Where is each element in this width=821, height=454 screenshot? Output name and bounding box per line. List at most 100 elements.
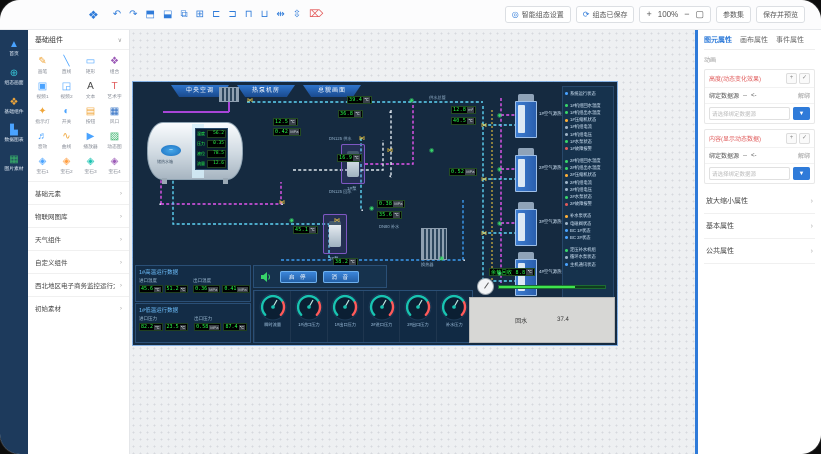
toolbar-icon[interactable]: ⊓ [245, 10, 253, 20]
lcd-readout[interactable]: 45.1℃ [293, 226, 318, 234]
add-binding-button[interactable]: + [786, 73, 797, 84]
zoom-out-button[interactable]: − [684, 10, 689, 19]
lcd-readout[interactable]: 12.8m³ [451, 106, 476, 114]
toolbar-icon[interactable]: ⇹ [276, 10, 284, 20]
palette-item[interactable]: ∿ 曲线 [55, 129, 78, 152]
confirm-binding-button[interactable]: ✓ [799, 73, 810, 84]
palette-item[interactable]: ▭ 矩形 [79, 54, 102, 77]
pump-device[interactable] [341, 144, 365, 184]
datasource-input[interactable]: 请选择绑定数据源 [709, 167, 790, 180]
toolbar-icon[interactable]: ⧉ [180, 10, 187, 20]
palette-item[interactable]: ♬ 音效 [31, 129, 54, 152]
toolbar-icon[interactable]: ⊐ [228, 10, 236, 20]
heat-pump-unit[interactable]: 2#空气源热泵 [515, 148, 537, 192]
palette-item[interactable]: ▨ 动态图 [103, 129, 126, 152]
lcd-readout[interactable]: 36.8℃ [338, 110, 363, 118]
lcd-readout[interactable]: 16.9℃ [337, 154, 362, 162]
gauge[interactable]: 补水压力 [436, 291, 472, 342]
heat-pump-unit[interactable]: 3#空气源热泵 [515, 202, 537, 246]
confirm-binding-button[interactable]: ✓ [799, 133, 810, 144]
lcd-readout[interactable]: 35.6℃ [377, 211, 402, 219]
palette-item[interactable]: ◐ 开关 [55, 104, 78, 127]
lcd-readout[interactable]: 0.52MPa [449, 168, 477, 176]
smart-config-button[interactable]: ◎智能组态设置 [505, 6, 571, 23]
palette-section[interactable]: 物联网图库 › [28, 204, 129, 227]
workspace[interactable]: 中央空调热泵机房总貌画面 换热器 ∼ 储热水箱 [130, 30, 695, 454]
data-panel-2[interactable]: 1#低温运行数据 进口压力 82.2℃ 23.5℃ 出口压力 [135, 303, 251, 343]
left-nav-item[interactable]: ▲ 首页 [0, 40, 28, 58]
palette-item[interactable]: ╲ 直线 [55, 54, 78, 77]
palette-section[interactable]: 初始素材 › [28, 296, 129, 319]
heat-pump-unit[interactable]: 1#空气源热泵 [515, 94, 537, 138]
palette-item[interactable]: ▤ 按钮 [79, 104, 102, 127]
unbind-link[interactable]: 解绑 [798, 151, 810, 160]
toolbar-icon[interactable]: ⊞ [196, 10, 204, 20]
lcd-readout[interactable]: 40.5℃ [451, 117, 476, 125]
properties-section[interactable]: 公共属性 › [704, 239, 815, 264]
datasource-input[interactable]: 请选择绑定数据源 [709, 107, 790, 120]
palette-item[interactable]: ▣ 视频1 [31, 79, 54, 102]
toolbar-icon[interactable]: ⊏ [212, 10, 220, 20]
palette-header[interactable]: 基础组件 ∨ [28, 30, 129, 50]
palette-item[interactable]: ▦ 风口 [103, 104, 126, 127]
toolbar-icon[interactable]: ↷ [129, 10, 137, 20]
unbind-link[interactable]: 解绑 [798, 91, 810, 100]
bottom-gray-panel[interactable]: 回水 37.4 [469, 297, 615, 343]
palette-section[interactable]: 自定义组件 › [28, 250, 129, 273]
palette-item[interactable]: ◈ 宝石3 [79, 154, 102, 177]
params-button[interactable]: 参数集 [716, 6, 751, 23]
palette-item[interactable]: ✦ 指示灯 [31, 104, 54, 127]
left-nav-item[interactable]: ❖ 基础组件 [0, 98, 28, 116]
palette-item[interactable]: ▶ 播放器 [79, 129, 102, 152]
toolbar-icon[interactable]: ⊔ [261, 10, 269, 20]
zoom-fit-button[interactable]: ▢ [695, 10, 704, 19]
save-preview-button[interactable]: 保存并预览 [756, 6, 805, 23]
lcd-readout[interactable]: 12.5℃ [273, 118, 298, 126]
scada-button[interactable]: 启 停 [280, 271, 317, 283]
scada-tab[interactable]: 热泵机房 [237, 85, 295, 97]
scada-canvas[interactable]: 中央空调热泵机房总貌画面 换热器 ∼ 储热水箱 [133, 82, 617, 345]
left-nav-item[interactable]: ▦ 图片素材 [0, 155, 28, 173]
tank-readout-panel[interactable]: 温度56.2 压力0.35 液位78.5 流量12.6 [195, 128, 228, 170]
palette-item[interactable]: ◈ 宝石2 [55, 154, 78, 177]
add-binding-button[interactable]: + [786, 133, 797, 144]
lcd-readout[interactable]: 0.38MPa [377, 200, 405, 208]
toolbar-icon[interactable]: ⬓ [163, 10, 172, 20]
lcd-readout[interactable]: 0.42MPa [273, 128, 301, 136]
gauge[interactable]: 瞬时流量 [254, 291, 290, 342]
datasource-picker-button[interactable]: ▼ [793, 167, 810, 180]
datasource-picker-button[interactable]: ▼ [793, 107, 810, 120]
palette-item[interactable]: T 艺术字 [103, 79, 126, 102]
palette-item[interactable]: ◈ 宝石1 [31, 154, 54, 177]
toolbar-icon[interactable]: ⌦ [309, 10, 323, 20]
properties-tab[interactable]: 画布属性 [740, 35, 768, 45]
vent-grille[interactable] [219, 87, 239, 102]
analog-dial[interactable] [477, 278, 494, 295]
lcd-readout[interactable]: 余热回收 8.8℃ [489, 268, 535, 276]
lcd-readout[interactable]: 39.4℃ [347, 96, 372, 104]
toolbar-icon[interactable]: ⬒ [146, 10, 155, 20]
palette-section[interactable]: 天气组件 › [28, 227, 129, 250]
palette-section[interactable]: 西北地区电子商务监控运行大屏 › [28, 273, 129, 296]
palette-section[interactable]: 基础元素 › [28, 181, 129, 204]
data-panel-1[interactable]: 1#高温运行数据 进口温度 45.6℃ 51.2℃ 出口温度 [135, 265, 251, 302]
level-slider[interactable] [498, 285, 606, 289]
gauge[interactable]: 1#进口压力 [290, 291, 326, 342]
palette-item[interactable]: ◈ 宝石4 [103, 154, 126, 177]
zoom-in-button[interactable]: + [646, 10, 651, 19]
palette-item[interactable]: A 文本 [79, 79, 102, 102]
palette-item[interactable]: ❖ 组合 [103, 54, 126, 77]
saved-status-button[interactable]: ⟳组态已保存 [576, 6, 635, 23]
gauge[interactable]: 1#出口压力 [327, 291, 363, 342]
scada-button[interactable]: 消 音 [323, 271, 360, 283]
left-nav-item[interactable]: ▙ 数据图表 [0, 126, 28, 144]
left-nav-item[interactable]: ⊕ 组态画面 [0, 69, 28, 87]
palette-item[interactable]: ✎ 画笔 [31, 54, 54, 77]
toolbar-icon[interactable]: ↶ [113, 10, 121, 20]
gauge[interactable]: 2#出口压力 [399, 291, 435, 342]
properties-section[interactable]: 基本属性 › [704, 214, 815, 239]
palette-item[interactable]: ◲ 视频2 [55, 79, 78, 102]
properties-tab[interactable]: 图元属性 [704, 35, 732, 45]
properties-tab[interactable]: 事件属性 [776, 35, 804, 45]
properties-section[interactable]: 放大缩小属性 › [704, 189, 815, 214]
